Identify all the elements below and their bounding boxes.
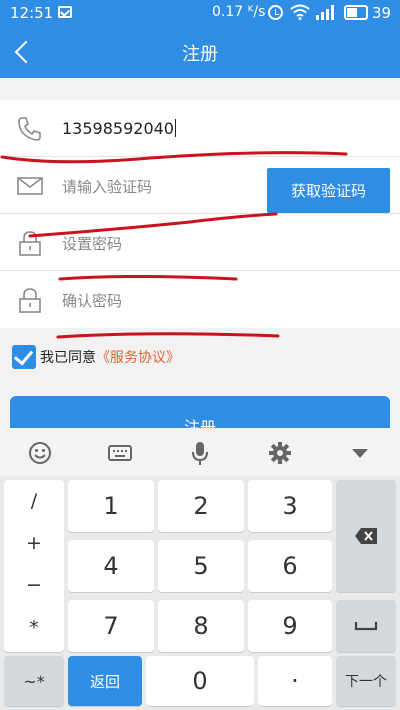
symbol-switch-key[interactable]: ~*	[4, 656, 64, 706]
emoji-icon[interactable]	[27, 440, 53, 466]
symbol-key-column[interactable]: / + − *	[4, 480, 64, 652]
password-input[interactable]: 设置密码	[62, 233, 122, 254]
phone-input[interactable]: 13598592040	[62, 119, 176, 138]
phone-row[interactable]: 13598592040	[0, 100, 400, 157]
code-input[interactable]: 请输入验证码	[62, 176, 152, 197]
return-key[interactable]: 返回	[68, 656, 142, 706]
gear-icon[interactable]	[267, 440, 293, 466]
digit-key-7[interactable]: 7	[68, 600, 154, 652]
digit-key-8[interactable]: 8	[158, 600, 244, 652]
status-time: 12:51	[10, 4, 54, 22]
register-form: 13598592040 请输入验证码 获取验证码 设置密码 确认密码	[0, 100, 400, 328]
wifi-icon	[290, 4, 310, 20]
backspace-icon	[355, 528, 377, 544]
text-caret	[174, 119, 176, 137]
battery-level: 39	[372, 4, 392, 22]
alarm-icon	[268, 5, 283, 20]
phone-icon	[18, 117, 41, 141]
agree-text: 我已同意	[40, 350, 96, 366]
keyboard-icon[interactable]	[107, 440, 133, 466]
collapse-keyboard-icon[interactable]	[347, 440, 373, 466]
digit-key-6[interactable]: 6	[248, 540, 332, 592]
symbol-key[interactable]: /	[4, 490, 64, 512]
status-bar: 12:51 0.17 ᴷ/s 39	[0, 0, 400, 26]
digit-key-3[interactable]: 3	[248, 480, 332, 532]
envelope-icon	[17, 177, 43, 195]
keyboard-toolbar	[0, 428, 400, 476]
symbol-key[interactable]: +	[4, 532, 64, 554]
numeric-keyboard: / + − * 1 2 3 4 5 6 7 8 9 ~* 返回 0 · 下一个	[0, 428, 400, 710]
confirm-password-input[interactable]: 确认密码	[62, 290, 122, 311]
symbol-key[interactable]: *	[4, 617, 64, 639]
lock-icon	[19, 288, 41, 313]
digit-key-4[interactable]: 4	[68, 540, 154, 592]
microphone-icon[interactable]	[187, 440, 213, 466]
lock-icon	[19, 231, 41, 256]
symbol-key[interactable]: −	[4, 574, 64, 596]
message-icon	[58, 6, 72, 18]
agree-checkbox[interactable]	[12, 345, 36, 369]
battery-icon	[344, 5, 368, 20]
code-row[interactable]: 请输入验证码 获取验证码	[0, 157, 400, 214]
digit-key-5[interactable]: 5	[158, 540, 244, 592]
digit-key-0[interactable]: 0	[146, 656, 254, 706]
backspace-key[interactable]	[336, 480, 396, 592]
agreement: 我已同意 《服务协议》	[12, 344, 180, 370]
signal-icon	[316, 5, 334, 20]
title-bar: 注册	[0, 26, 400, 78]
confirm-row[interactable]: 确认密码	[0, 271, 400, 328]
dot-key[interactable]: ·	[258, 656, 332, 706]
space-icon	[354, 622, 378, 631]
digit-key-1[interactable]: 1	[68, 480, 154, 532]
digit-key-2[interactable]: 2	[158, 480, 244, 532]
service-agreement-link[interactable]: 《服务协议》	[96, 347, 180, 367]
password-row[interactable]: 设置密码	[0, 214, 400, 271]
next-key[interactable]: 下一个	[336, 656, 396, 706]
phone-input-value: 13598592040	[62, 119, 174, 138]
get-code-button[interactable]: 获取验证码	[267, 168, 390, 213]
page-title: 注册	[182, 44, 218, 65]
digit-key-9[interactable]: 9	[248, 600, 332, 652]
network-speed: 0.17 ᴷ/s	[212, 4, 266, 20]
space-key[interactable]	[336, 600, 396, 652]
